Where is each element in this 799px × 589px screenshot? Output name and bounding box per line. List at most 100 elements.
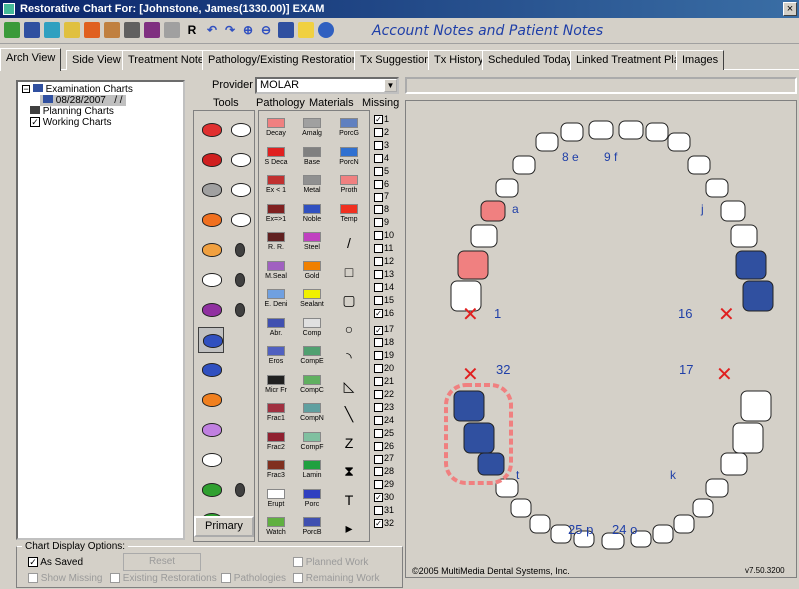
missing-tooth-31[interactable]: 31: [374, 505, 394, 516]
material-3[interactable]: Noble: [296, 201, 328, 231]
new-chart-icon[interactable]: [4, 22, 20, 38]
checkbox[interactable]: [374, 364, 383, 374]
material-5[interactable]: Gold: [296, 258, 328, 288]
missing-tooth-19[interactable]: 19: [374, 350, 394, 361]
patient-icon[interactable]: [84, 22, 100, 38]
tooth-23[interactable]: [720, 452, 748, 476]
tx-icon[interactable]: [278, 22, 294, 38]
pathology-13[interactable]: Erupt: [260, 486, 292, 516]
material-14[interactable]: PorcB: [296, 514, 328, 544]
checkbox[interactable]: [374, 454, 383, 464]
checkbox[interactable]: ✓: [374, 308, 383, 318]
pathologies-checkbox[interactable]: Pathologies: [221, 573, 286, 584]
tooth-icon[interactable]: [104, 22, 120, 38]
tooth-29[interactable]: [673, 514, 695, 534]
tool-surface-7[interactable]: [198, 297, 224, 323]
material-7[interactable]: Comp: [296, 315, 328, 345]
shape-tool-10[interactable]: ▸: [333, 514, 365, 544]
material-4[interactable]: Steel: [296, 229, 328, 259]
pathology-0[interactable]: Decay: [260, 115, 292, 145]
checkbox[interactable]: [374, 402, 383, 412]
planned-work-checkbox[interactable]: Planned Work: [293, 557, 368, 568]
tooth-18[interactable]: [453, 390, 485, 422]
tooth-27[interactable]: [692, 498, 714, 518]
pathology-7[interactable]: Abr.: [260, 315, 292, 345]
pathology-4[interactable]: R. R.: [260, 229, 292, 259]
tool-outline-6[interactable]: [227, 267, 253, 293]
material-1[interactable]: Base: [296, 144, 328, 174]
material-extra-0[interactable]: PorcG: [333, 115, 365, 145]
settings-icon[interactable]: [164, 22, 180, 38]
material-extra-3[interactable]: Temp: [333, 201, 365, 231]
as-saved-checkbox[interactable]: ✓ As Saved: [28, 557, 83, 568]
material-extra-2[interactable]: Proth: [333, 172, 365, 202]
show-missing-checkbox[interactable]: Show Missing: [28, 573, 102, 584]
tree-working[interactable]: ✓ Working Charts: [30, 117, 112, 128]
tooth-8[interactable]: [495, 178, 519, 198]
shape-tool-6[interactable]: ╲: [333, 400, 365, 430]
missing-tooth-15[interactable]: 15: [374, 295, 394, 306]
tool-surface-2[interactable]: [198, 147, 224, 173]
missing-tooth-29[interactable]: 29: [374, 479, 394, 490]
tooth-19[interactable]: [740, 390, 772, 422]
existing-restorations-checkbox[interactable]: Existing Restorations: [110, 573, 217, 584]
missing-tooth-11[interactable]: 11: [374, 243, 393, 254]
tool-surface-13[interactable]: [198, 477, 224, 503]
missing-tooth-21[interactable]: 21: [374, 376, 394, 387]
tooth-6[interactable]: [667, 132, 691, 152]
checkbox[interactable]: [374, 269, 383, 279]
checkbox[interactable]: [374, 441, 383, 451]
undo-icon[interactable]: ↶: [204, 22, 220, 38]
tab-linked-treatment-plan[interactable]: Linked Treatment Plan: [570, 50, 693, 70]
shape-tool-7[interactable]: Z: [333, 429, 365, 459]
tool-outline-3[interactable]: [227, 177, 253, 203]
tooth-15[interactable]: [735, 250, 767, 280]
tab-tx-history[interactable]: Tx History: [428, 50, 490, 70]
material-8[interactable]: CompE: [296, 343, 328, 373]
tooth-25[interactable]: [705, 478, 729, 498]
material-0[interactable]: Amalg: [296, 115, 328, 145]
tooth-28[interactable]: [529, 514, 551, 534]
missing-tooth-14[interactable]: 14: [374, 282, 394, 293]
missing-tooth-13[interactable]: 13: [374, 269, 394, 280]
shape-tool-1[interactable]: □: [333, 258, 365, 288]
checkbox[interactable]: [374, 257, 383, 267]
material-9[interactable]: CompC: [296, 372, 328, 402]
missing-tooth-28[interactable]: 28: [374, 466, 394, 477]
checkbox[interactable]: [374, 166, 383, 176]
close-button[interactable]: ×: [783, 2, 797, 16]
pathology-9[interactable]: Micr Fr: [260, 372, 292, 402]
shape-tool-8[interactable]: ⧗: [333, 457, 365, 487]
shape-tool-0[interactable]: /: [333, 229, 365, 259]
tooth-2[interactable]: [560, 122, 584, 142]
tab-pathology-existing-restorations[interactable]: Pathology/Existing Restorations: [202, 50, 370, 70]
zoom-out-icon[interactable]: ⊖: [258, 22, 274, 38]
tool-surface-11[interactable]: [198, 417, 224, 443]
material-6[interactable]: Sealant: [296, 286, 328, 316]
missing-tooth-32[interactable]: ✓ 32: [374, 518, 394, 529]
missing-tooth-8[interactable]: 8: [374, 204, 389, 215]
checkbox[interactable]: [374, 506, 383, 516]
checkbox[interactable]: [374, 244, 383, 254]
tooth-3[interactable]: [588, 120, 614, 140]
tool-outline-5[interactable]: [227, 237, 253, 263]
pathology-11[interactable]: Frac2: [260, 429, 292, 459]
tooth-11[interactable]: [720, 200, 746, 222]
tool-outline-2[interactable]: [227, 147, 253, 173]
tree-exam-date[interactable]: 08/28/2007 / /: [40, 95, 126, 106]
missing-tooth-22[interactable]: 22: [374, 389, 394, 400]
account-notes-link[interactable]: Account Notes and Patient Notes: [372, 23, 603, 39]
checkbox[interactable]: [374, 218, 383, 228]
tool-outline-7[interactable]: [227, 297, 253, 323]
missing-tooth-27[interactable]: 27: [374, 453, 394, 464]
pathology-8[interactable]: Eros: [260, 343, 292, 373]
missing-tooth-4[interactable]: 4: [374, 153, 389, 164]
checkbox[interactable]: [374, 428, 383, 438]
missing-tooth-12[interactable]: 12: [374, 256, 394, 267]
checkbox[interactable]: [374, 153, 383, 163]
tooth-21[interactable]: [732, 422, 764, 454]
missing-tooth-2[interactable]: 2: [374, 127, 389, 138]
remaining-work-checkbox[interactable]: Remaining Work: [293, 573, 380, 584]
tool-surface-3[interactable]: [198, 177, 224, 203]
checkbox[interactable]: [374, 282, 383, 292]
